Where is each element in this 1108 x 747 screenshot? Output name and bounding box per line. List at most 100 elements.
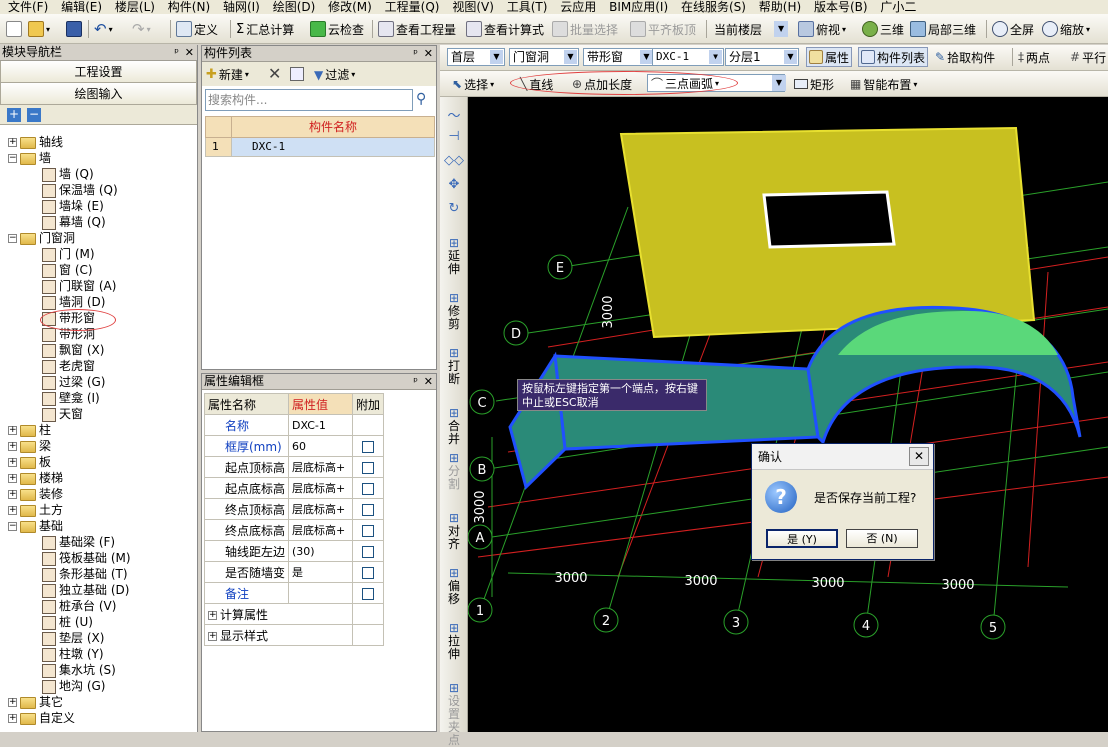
edit-tool-button[interactable]: ⊞ 拉伸 — [444, 622, 464, 661]
collapse-icon[interactable]: − — [8, 234, 17, 243]
tree-item[interactable]: + 其它 — [8, 694, 63, 710]
draw-input-button[interactable]: 绘图输入 — [0, 83, 197, 105]
pick-component-button[interactable]: ✎ 拾取构件 — [935, 47, 995, 67]
attach-checkbox[interactable] — [361, 482, 374, 495]
tree-item[interactable]: 过梁 (G) — [42, 374, 105, 390]
tree-item[interactable]: + 自定义 — [8, 710, 75, 726]
project-settings-button[interactable]: 工程设置 — [0, 61, 197, 83]
tree-item[interactable]: 墙垛 (E) — [42, 198, 104, 214]
current-floor-select[interactable]: 当前楼层 ▼ — [714, 19, 789, 39]
property-button[interactable]: 属性 — [806, 47, 853, 67]
menu-help[interactable]: 帮助(H) — [759, 1, 801, 13]
property-value[interactable]: (30) — [288, 540, 353, 562]
view-formula-button[interactable]: 查看计算式 — [466, 19, 544, 39]
property-value[interactable]: 层底标高+ — [288, 456, 353, 478]
edit-tool-button[interactable]: ⊞ 打断 — [444, 347, 464, 386]
menu-modify[interactable]: 修改(M) — [328, 1, 372, 13]
floor-select[interactable]: 首层 ▼ — [447, 48, 505, 66]
expand-all-icon[interactable]: + — [7, 108, 21, 122]
save-button[interactable] — [66, 19, 82, 39]
zoom-button[interactable]: 缩放 ▾ — [1042, 19, 1090, 39]
attach-checkbox[interactable] — [361, 545, 374, 558]
collapse-icon[interactable]: − — [8, 154, 17, 163]
property-row[interactable]: 起点底标高 层底标高+ — [203, 477, 385, 499]
menu-cloud[interactable]: 云应用 — [560, 1, 596, 13]
expand-icon[interactable]: + — [8, 506, 17, 515]
drawing-canvas[interactable]: E D C B A 1 2 3 4 5 3000 3000 3000 3000 … — [468, 97, 1108, 732]
property-row[interactable]: 终点顶标高 层底标高+ — [203, 498, 385, 520]
tree-item[interactable]: 门联窗 (A) — [42, 278, 116, 294]
top-view-button[interactable]: 俯视 ▾ — [798, 19, 846, 39]
parallel-button[interactable]: # 平行 — [1070, 47, 1106, 67]
batch-select-button[interactable]: 批量选择 — [552, 19, 618, 39]
yes-button[interactable]: 是 (Y) — [766, 529, 838, 548]
pin-icon[interactable]: ᵖ — [413, 46, 418, 61]
tree-item[interactable]: − 门窗洞 — [8, 230, 75, 246]
tree-item[interactable]: + 柱 — [8, 422, 51, 438]
sum-calc-button[interactable]: Σ 汇总计算 — [236, 19, 294, 39]
tree-item[interactable]: 墙洞 (D) — [42, 294, 105, 310]
define-button[interactable]: 定义 — [176, 19, 218, 39]
expand-icon[interactable]: + — [8, 714, 17, 723]
delete-icon[interactable]: ✕ — [268, 64, 281, 83]
property-value[interactable] — [288, 582, 353, 604]
edit-tool-button[interactable]: ⊞ 分割 — [444, 452, 464, 491]
menu-draw[interactable]: 绘图(D) — [273, 1, 316, 13]
select-button[interactable]: ⬉ 选择 ▾ — [452, 74, 494, 94]
tree-item[interactable]: + 装修 — [8, 486, 63, 502]
tree-item[interactable]: 柱墩 (Y) — [42, 646, 104, 662]
edit-tool-button[interactable]: ⊞ 对齐 — [444, 512, 464, 551]
tree-item[interactable]: 桩 (U) — [42, 614, 93, 630]
expand-icon[interactable]: + — [8, 490, 17, 499]
property-row[interactable]: 终点底标高 层底标高+ — [203, 519, 385, 541]
edit-tool-button[interactable]: ⊞ 偏移 — [444, 567, 464, 606]
menu-assistant[interactable]: 广小二 — [880, 1, 916, 13]
filter-button[interactable]: ▼ 过滤 ▾ — [314, 66, 355, 83]
property-value[interactable]: 层底标高+ — [288, 477, 353, 499]
pin-icon[interactable]: ᵖ — [413, 374, 418, 389]
tree-item[interactable]: 条形基础 (T) — [42, 566, 128, 582]
tree-item[interactable]: 桩承台 (V) — [42, 598, 116, 614]
close-icon[interactable]: ✕ — [424, 46, 433, 61]
tree-item[interactable]: 独立基础 (D) — [42, 582, 129, 598]
tree-item[interactable]: + 土方 — [8, 502, 63, 518]
open-button[interactable]: ▾ — [28, 19, 50, 39]
undo-button[interactable]: ↶ ▾ — [94, 19, 113, 39]
property-row[interactable]: 备注 — [203, 582, 385, 604]
edit-tool-button[interactable]: ⊞ 合并 — [444, 407, 464, 446]
view-quantity-button[interactable]: 查看工程量 — [378, 19, 456, 39]
attach-checkbox[interactable] — [361, 503, 374, 516]
menu-view[interactable]: 视图(V) — [452, 1, 494, 13]
tree-item[interactable]: − 墙 — [8, 150, 51, 166]
no-button[interactable]: 否 (N) — [846, 529, 918, 548]
tree-item[interactable]: 老虎窗 — [42, 358, 95, 374]
expand-icon[interactable]: + — [8, 474, 17, 483]
attach-checkbox[interactable] — [361, 440, 374, 453]
type-select[interactable]: 带形窗 ▼ — [583, 48, 655, 66]
tree-item[interactable]: 基础梁 (F) — [42, 534, 115, 550]
menu-floor[interactable]: 楼层(L) — [115, 1, 155, 13]
edit-tool-button[interactable]: ⊞ 设置夹点 — [444, 682, 464, 747]
property-value[interactable]: DXC-1 — [288, 414, 353, 436]
table-row[interactable]: 1 DXC-1 — [205, 138, 435, 157]
flush-top-button[interactable]: 平齐板顶 — [630, 19, 696, 39]
close-icon[interactable]: ✕ — [185, 45, 194, 60]
expand-icon[interactable]: + — [8, 426, 17, 435]
copy-icon[interactable] — [290, 67, 304, 81]
expand-icon[interactable]: + — [208, 610, 217, 620]
attach-checkbox[interactable] — [361, 461, 374, 474]
tree-item[interactable]: 天窗 — [42, 406, 83, 422]
tree-item[interactable]: 幕墙 (Q) — [42, 214, 106, 230]
tree-item[interactable]: 飘窗 (X) — [42, 342, 104, 358]
expand-icon[interactable]: + — [8, 442, 17, 451]
menu-axis[interactable]: 轴网(I) — [223, 1, 260, 13]
property-group-row[interactable]: + 显示样式 — [204, 624, 385, 646]
expand-icon[interactable]: + — [8, 698, 17, 707]
property-row[interactable]: 起点顶标高 层底标高+ — [203, 456, 385, 478]
edit-tool-button[interactable]: ⊞ 修剪 — [444, 292, 464, 331]
menu-quantity[interactable]: 工程量(Q) — [385, 1, 440, 13]
property-value[interactable]: 是 — [288, 561, 353, 583]
search-icon[interactable]: ⚲ — [416, 91, 426, 107]
component-list-button[interactable]: 构件列表 — [858, 47, 929, 67]
tree-item[interactable]: − 基础 — [8, 518, 63, 534]
